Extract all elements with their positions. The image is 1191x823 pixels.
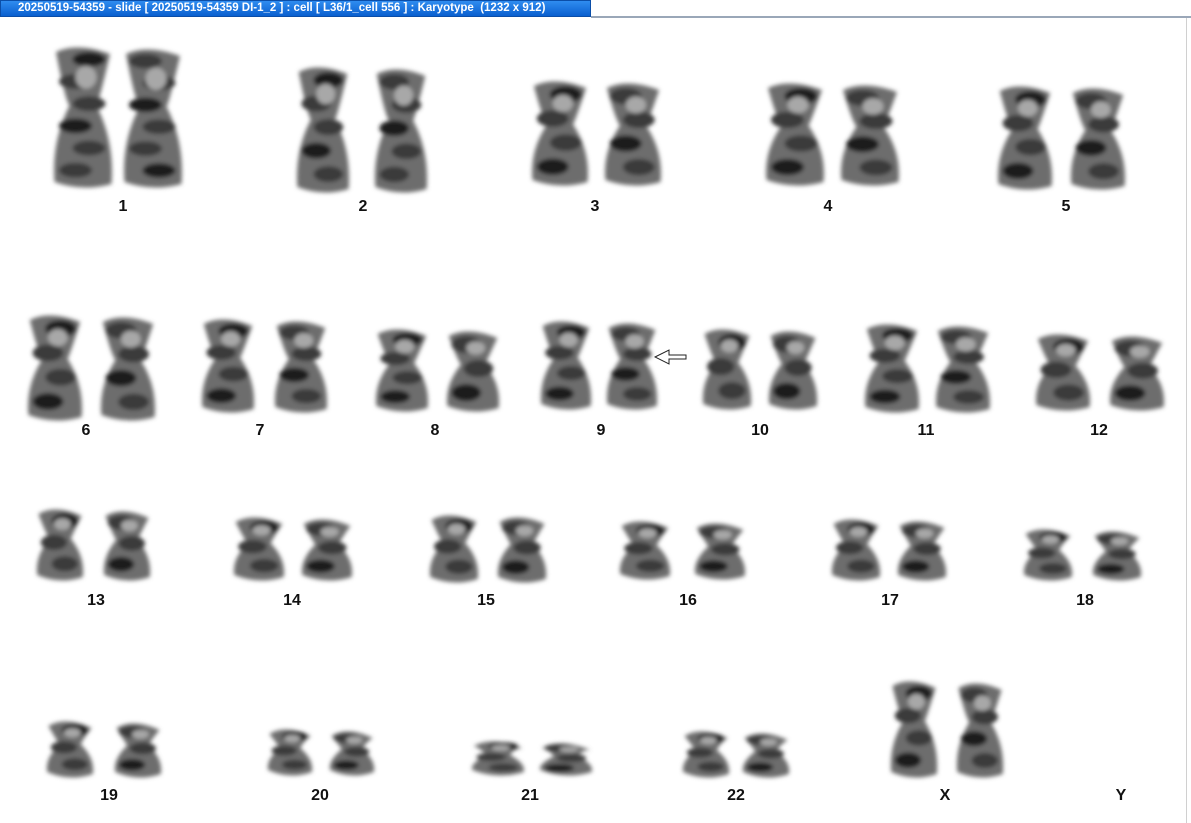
chromosome-2-left	[296, 67, 350, 193]
chromosome-label-1: 1	[118, 198, 128, 215]
chromosome-pair-7	[201, 319, 328, 413]
window-title: 20250519-54359 - slide [ 20250519-54359 …	[0, 0, 591, 17]
chromosome-9-right	[606, 323, 658, 410]
chromosome-pair-19	[46, 721, 162, 778]
chromosome-label-18: 18	[1076, 592, 1094, 609]
chromosome-3-left	[532, 81, 588, 186]
chromosome-pair-11	[865, 324, 990, 413]
chromosome-label-5: 5	[1061, 198, 1071, 215]
chromosome-22-left	[682, 731, 730, 778]
chromosome-13-right	[103, 511, 151, 581]
chromosome-pair-4	[766, 83, 899, 186]
chromosome-13-left	[36, 509, 84, 581]
chromosome-8-left	[375, 329, 429, 412]
chromosome-label-12: 12	[1090, 422, 1108, 439]
chromosome-4-right	[841, 85, 899, 186]
chromosome-9-left	[540, 321, 592, 410]
chromosome-21-right	[539, 743, 593, 776]
chromosome-2-right	[374, 69, 428, 193]
chromosome-label-y: Y	[1115, 787, 1127, 804]
window-edge	[1186, 18, 1187, 823]
chromosome-17-right	[897, 521, 947, 581]
chromosome-label-4: 4	[823, 198, 833, 215]
chromosome-18-left	[1023, 529, 1073, 581]
chromosome-pair-9	[540, 321, 658, 410]
chromosome-label-13: 13	[87, 592, 105, 609]
chromosome-pair-12	[1036, 334, 1164, 411]
chromosome-18-right	[1092, 531, 1142, 581]
chromosome-19-right	[114, 723, 162, 778]
chromosome-11-right	[936, 326, 990, 413]
chromosome-6-right	[101, 317, 155, 421]
chromosome-label-6: 6	[81, 422, 91, 439]
chromosome-label-17: 17	[881, 592, 899, 609]
chromosome-12-right	[1110, 336, 1164, 411]
chromosome-pair-18	[1023, 529, 1142, 581]
chromosome-5-left	[998, 86, 1052, 190]
chromosome-pair-20	[267, 729, 375, 776]
chromosome-17-left	[831, 519, 881, 581]
chromosome-label-8: 8	[430, 422, 440, 439]
karyotype-image	[28, 47, 1164, 778]
chromosome-pair-10	[702, 329, 818, 410]
chromosome-label-19: 19	[100, 787, 118, 804]
chromosome-pair-22	[682, 731, 790, 778]
chromosome-15-left	[429, 515, 479, 583]
chromosome-label-3: 3	[590, 198, 600, 215]
chromosome-pair-x	[890, 681, 1004, 778]
chromosome-pair-3	[532, 81, 661, 186]
chromosome-20-left	[267, 729, 313, 776]
chromosome-5-right	[1071, 88, 1125, 190]
chromosome-1-left	[54, 47, 112, 188]
chromosome-pair-13	[36, 509, 151, 581]
chromosome-3-right	[605, 83, 661, 186]
chromosome-pair-14	[233, 517, 353, 581]
chromosome-15-right	[497, 517, 547, 583]
chromosome-pair-21	[471, 741, 593, 776]
chromosome-11-left	[865, 324, 919, 413]
chromosome-label-21: 21	[521, 787, 539, 804]
chromosome-19-left	[46, 721, 94, 778]
chromosome-1-right	[124, 49, 182, 188]
chromosome-pair-16	[619, 521, 746, 580]
chromosome-label-20: 20	[311, 787, 329, 804]
chromosome-label-11: 11	[917, 422, 935, 439]
chromosome-label-22: 22	[727, 787, 745, 804]
chromosome-label-2: 2	[358, 198, 368, 215]
chromosome-pair-2	[296, 67, 428, 193]
chromosome-label-16: 16	[679, 592, 697, 609]
chromosome-21-left	[471, 741, 525, 776]
chromosome-pair-15	[429, 515, 547, 583]
chromosome-label-9: 9	[596, 422, 606, 439]
chromosome-pair-17	[831, 519, 947, 581]
chromosome-label-14: 14	[283, 592, 301, 609]
chromosome-10-left	[702, 329, 752, 410]
chromosome-7-left	[201, 319, 255, 413]
chromosome-12-left	[1036, 334, 1090, 411]
chromosome-x-left	[890, 681, 938, 778]
chromosome-4-left	[766, 83, 824, 186]
chromosome-22-right	[742, 733, 790, 778]
chromosome-label-7: 7	[255, 422, 265, 439]
chromosome-8-right	[446, 331, 500, 412]
chromosome-pair-8	[375, 329, 500, 412]
chromosome-pair-5	[998, 86, 1125, 190]
chromosome-14-left	[233, 517, 285, 581]
chromosome-label-15: 15	[477, 592, 495, 609]
chromosome-16-right	[694, 523, 746, 580]
chromosome-16-left	[619, 521, 671, 580]
chromosome-7-right	[274, 321, 328, 413]
chromosome-pair-1	[54, 47, 182, 188]
chromosome-6-left	[28, 315, 82, 421]
chromosome-label-10: 10	[751, 422, 769, 439]
karyotype-canvas: 1 2 3 4 5 6 7 8 9 10 11 12 13 14 15 16 1…	[0, 18, 1186, 823]
chromosome-label-x: X	[939, 787, 951, 804]
chromosome-pair-6	[28, 315, 155, 421]
chromosome-14-right	[301, 519, 353, 581]
chromosome-x-right	[956, 683, 1004, 778]
chromosome-10-right	[768, 331, 818, 410]
chromosome-20-right	[329, 731, 375, 776]
arrow-left-icon	[654, 349, 687, 365]
